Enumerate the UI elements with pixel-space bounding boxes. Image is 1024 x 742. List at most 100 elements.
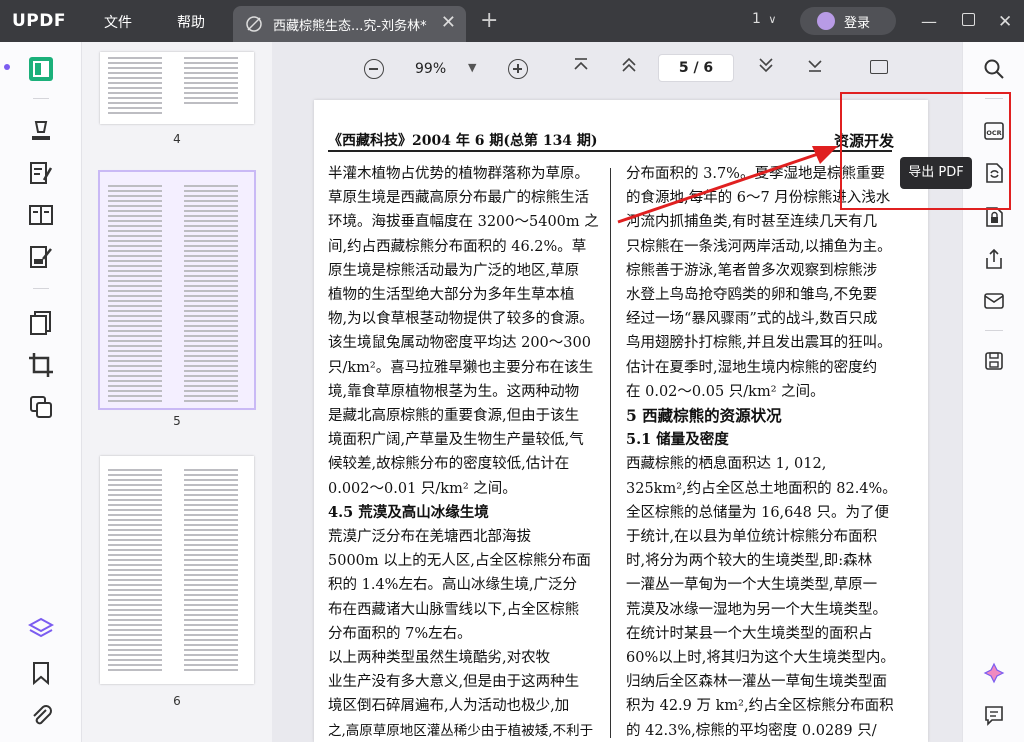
ai-assistant-icon[interactable]: [983, 662, 1005, 684]
text-line: 鸟用翅膀扑打棕熊,并且发出震耳的狂叫。: [626, 335, 892, 352]
thumbnail-page-4[interactable]: [100, 52, 254, 124]
zoom-dropdown-icon[interactable]: ▼: [468, 61, 476, 74]
text-line: 一灌丛一草甸为一个大生境类型,草原一: [626, 577, 878, 594]
viewer-toolbar: 99% ▼ 5 / 6: [272, 42, 962, 96]
app-logo: UPDF: [12, 11, 66, 31]
text-line: 5000m 以上的无人区,占全区棕熊分布面: [328, 553, 591, 570]
page-number-input[interactable]: 5 / 6: [658, 54, 734, 82]
organize-pages-icon[interactable]: [28, 310, 54, 336]
thumbnail-page-5[interactable]: [98, 170, 256, 410]
subsection-heading: 5.1 储量及密度: [626, 431, 729, 449]
text-line: 时,将分为两个较大的生境类型,即:森林: [626, 553, 873, 570]
first-page-icon[interactable]: [572, 56, 590, 74]
text-line: 荒漠广泛分布在羌塘西北部海拔: [328, 529, 531, 546]
menu-help[interactable]: 帮助: [177, 12, 205, 32]
zoom-value[interactable]: 99%: [415, 61, 446, 77]
menu-file[interactable]: 文件: [104, 12, 132, 32]
zoom-in-icon[interactable]: [508, 59, 528, 79]
thumbnail-page-6[interactable]: [100, 456, 254, 684]
text-line: 325km²,约占全区总土地面积的 82.4%。: [626, 480, 897, 497]
chevron-down-icon: ∨: [768, 13, 777, 26]
column-divider: [610, 168, 611, 738]
reader-mode-icon[interactable]: [28, 56, 54, 82]
new-tab-button[interactable]: +: [480, 8, 498, 33]
text-line: 0.002～0.01 只/km² 之间。: [328, 480, 517, 497]
thumbnail-panel: 4 5 6: [82, 42, 272, 742]
document-page: 《西藏科技》2004 年 6 期(总第 134 期) 资源开发 半灌木植物占优势…: [314, 100, 928, 742]
text-line: 60%以上时,将其归为这个大生境类型内。: [626, 650, 895, 667]
text-line: 分布面积的 7%左右。: [328, 625, 472, 642]
tab-close-icon[interactable]: ✕: [441, 12, 456, 33]
header-rule: [328, 150, 892, 152]
text-line: 植物的生活型绝大部分为多年生草本植: [328, 287, 575, 304]
text-line: 西藏棕熊的栖息面积达 1, 012,: [626, 456, 827, 473]
text-line: 半灌木植物占优势的植物群落称为草原。: [328, 166, 589, 182]
form-icon[interactable]: [28, 202, 54, 228]
text-line: 候较差,故棕熊分布的密度较低,估计在: [328, 456, 570, 473]
layers-icon[interactable]: [28, 616, 54, 642]
previous-page-icon[interactable]: [620, 56, 638, 74]
minimize-icon[interactable]: —: [921, 12, 937, 31]
share-icon[interactable]: [983, 248, 1005, 270]
text-line: 环境。海拔垂直幅度在 3200～5400m 之: [328, 214, 599, 231]
email-icon[interactable]: [983, 290, 1005, 312]
text-line: 布在西藏诸大山脉雪线以下,占全区棕熊: [328, 601, 580, 618]
close-window-icon[interactable]: ✕: [998, 12, 1012, 32]
presentation-icon[interactable]: [870, 60, 888, 74]
text-line: 水登上鸟岛抢夺鸥类的卵和雏鸟,不免要: [626, 287, 878, 304]
text-line: 河流内抓捕鱼类,有时甚至连续几天有几: [626, 214, 878, 231]
attachment-icon[interactable]: [28, 702, 54, 728]
thumbnail-label: 6: [173, 694, 181, 708]
section-heading: 5 西藏棕熊的资源状况: [626, 406, 782, 426]
zoom-out-icon[interactable]: [364, 59, 384, 79]
text-line: 境,靠食草原植物根茎为生。这两种动物: [328, 383, 580, 400]
title-bar: UPDF 文件 帮助 西藏棕熊生态...究-刘务林* ✕ + 1 ∨ 登录 — …: [0, 0, 1024, 42]
version-dropdown[interactable]: 1 ∨: [752, 11, 776, 27]
rail-divider: [33, 98, 49, 99]
login-button[interactable]: 登录: [800, 7, 896, 35]
tools-icon[interactable]: [28, 394, 54, 420]
save-icon[interactable]: [983, 350, 1005, 372]
text-line: 在统计时某县一个大生境类型的面积占: [626, 625, 873, 642]
text-line: 估计在夏季时,湿地生境内棕熊的密度约: [626, 359, 878, 376]
left-column: 半灌木植物占优势的植物群落称为草原。 草原生境是西藏高原分布最广的棕熊生活 环境…: [328, 162, 599, 742]
search-icon[interactable]: [983, 58, 1005, 80]
right-column: 分布面积的 3.7%。夏季湿地是棕熊重要 的食源地,每年的 6～7 月份棕熊进入…: [626, 162, 897, 742]
text-line: 该生境鼠兔属动物密度平均达 200～300: [328, 335, 591, 352]
text-line: 归纳后全区森林一灌丛一草甸生境类型面: [626, 674, 887, 691]
text-line: 是藏北高原棕熊的重要食源,但由于该生: [328, 408, 580, 425]
rail-divider: [33, 288, 49, 289]
avatar-icon: [817, 12, 835, 30]
comment-highlighter-icon[interactable]: [28, 118, 54, 144]
text-line: 于统计,在以县为单位统计棕熊分布面积: [626, 529, 878, 546]
text-line: 荒漠及冰缘一湿地为另一个大生境类型。: [626, 601, 887, 618]
maximize-icon[interactable]: [962, 13, 975, 26]
thumbnail-label: 5: [173, 414, 181, 428]
text-line: 草原生境是西藏高原分布最广的棕熊生活: [328, 190, 589, 207]
rail-divider: [985, 330, 1003, 331]
bookmark-icon[interactable]: [28, 660, 54, 686]
text-line: 间,约占西藏棕熊分布面积的 46.2%。草: [328, 238, 587, 255]
text-line: 只棕熊在一条浅河两岸活动,以捕鱼为主。: [626, 238, 892, 255]
version-label: 1: [752, 11, 761, 27]
text-line: 原生境是棕熊活动最为广泛的地区,草原: [328, 262, 580, 279]
indicator-dot: [4, 64, 10, 70]
text-line: 只/km²。喜马拉雅旱獭也主要分布在该生: [328, 359, 594, 376]
text-line: 的 42.3%,棕熊的平均密度 0.0289 只/: [626, 722, 877, 739]
comment-icon[interactable]: [983, 704, 1005, 726]
next-page-icon[interactable]: [757, 56, 775, 74]
text-line: 全区棕熊的总储量为 16,648 只。为了便: [626, 504, 889, 521]
crop-icon[interactable]: [28, 352, 54, 378]
login-label: 登录: [844, 16, 871, 31]
text-line: 积的 1.4%左右。高山冰缘生境,广泛分: [328, 577, 578, 594]
text-line: 境面积广阔,产草量及生物生产量较低,气: [328, 432, 584, 449]
page-header-journal: 《西藏科技》2004 年 6 期(总第 134 期): [328, 133, 598, 149]
section-heading: 4.5 荒漠及高山冰缘生境: [328, 503, 489, 521]
last-page-icon[interactable]: [806, 56, 824, 74]
document-tab[interactable]: 西藏棕熊生态...究-刘务林* ✕: [233, 6, 466, 42]
edit-text-icon[interactable]: [28, 160, 54, 186]
text-line: 境区倒石碎屑遍布,人为活动也极少,加: [328, 698, 570, 715]
tab-title: 西藏棕熊生态...究-刘务林*: [273, 19, 427, 34]
thumbnail-label: 4: [173, 132, 181, 146]
fill-sign-icon[interactable]: [28, 244, 54, 270]
